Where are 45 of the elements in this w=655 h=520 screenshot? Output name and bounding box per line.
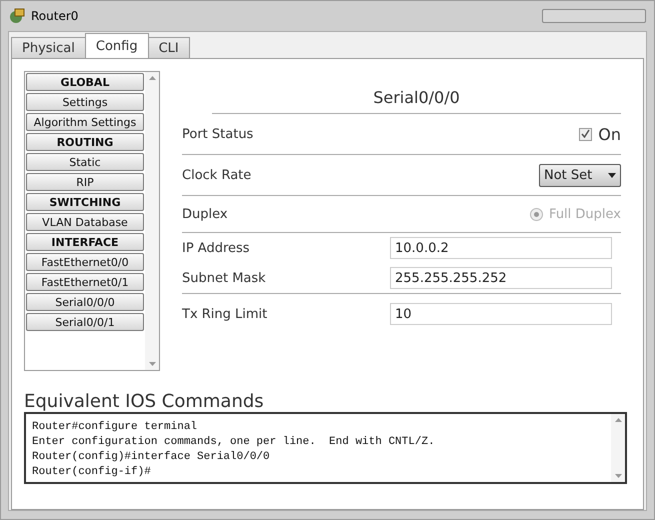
caret-icon — [608, 172, 616, 178]
console-line: Router#configure terminal — [32, 420, 198, 435]
scrollbar[interactable] — [611, 414, 625, 482]
field-label: IP Address — [182, 240, 251, 256]
window-title: Router0 — [31, 9, 78, 23]
input-field[interactable]: 10 — [390, 303, 612, 325]
sidebar-item[interactable]: Algorithm Settings — [26, 113, 144, 131]
router-icon — [9, 8, 25, 24]
scroll-down-icon[interactable] — [614, 474, 622, 478]
input-field[interactable]: 10.0.0.2 — [390, 237, 612, 259]
section-header[interactable]: INTERFACE — [26, 233, 144, 251]
tab[interactable]: CLI — [148, 37, 190, 58]
section-header[interactable]: SWITCHING — [26, 193, 144, 211]
field-label: Subnet Mask — [182, 270, 267, 286]
clock-rate-dropdown[interactable]: Not Set — [539, 164, 621, 186]
tab[interactable]: Config — [84, 33, 149, 58]
field-label: Clock Rate — [182, 168, 252, 182]
section-title: Equivalent IOS Commands — [24, 391, 265, 412]
panel-title: Serial0/0/0 — [212, 83, 621, 114]
sidebar-item[interactable]: VLAN Database — [26, 213, 144, 231]
section-header[interactable]: GLOBAL — [26, 73, 144, 91]
window-controls[interactable] — [542, 9, 646, 23]
scrollbar[interactable] — [145, 72, 159, 370]
field-label: Port Status — [182, 126, 254, 142]
field-label: Duplex — [182, 206, 229, 222]
section-header[interactable]: ROUTING — [26, 133, 144, 151]
sidebar-item[interactable]: Static — [26, 153, 144, 171]
sidebar-item[interactable]: Serial0/0/0 — [26, 293, 144, 311]
sidebar-item[interactable]: Serial0/0/1 — [26, 313, 144, 331]
scroll-up-icon[interactable] — [148, 76, 156, 80]
tab[interactable]: Physical — [11, 37, 86, 58]
console-line: Router(config-if)# — [32, 465, 152, 480]
checkbox[interactable] — [579, 128, 592, 140]
scroll-down-icon[interactable] — [148, 362, 156, 366]
sidebar-item[interactable]: Settings — [26, 93, 144, 111]
field-label: Tx Ring Limit — [182, 306, 268, 322]
input-field[interactable]: 255.255.255.252 — [390, 267, 612, 289]
console-line: Enter configuration commands, one per line. End with CNTL/Z. — [32, 435, 436, 450]
console-line: Router(config)#interface Serial0/0/0 — [32, 450, 271, 465]
checkbox-label: On — [598, 124, 621, 144]
sidebar-item[interactable]: FastEthernet0/0 — [26, 253, 144, 271]
radio-label: Full Duplex — [549, 206, 621, 222]
scroll-up-icon[interactable] — [614, 418, 622, 422]
sidebar-item[interactable]: RIP — [26, 173, 144, 191]
sidebar-item[interactable]: FastEthernet0/1 — [26, 273, 144, 291]
